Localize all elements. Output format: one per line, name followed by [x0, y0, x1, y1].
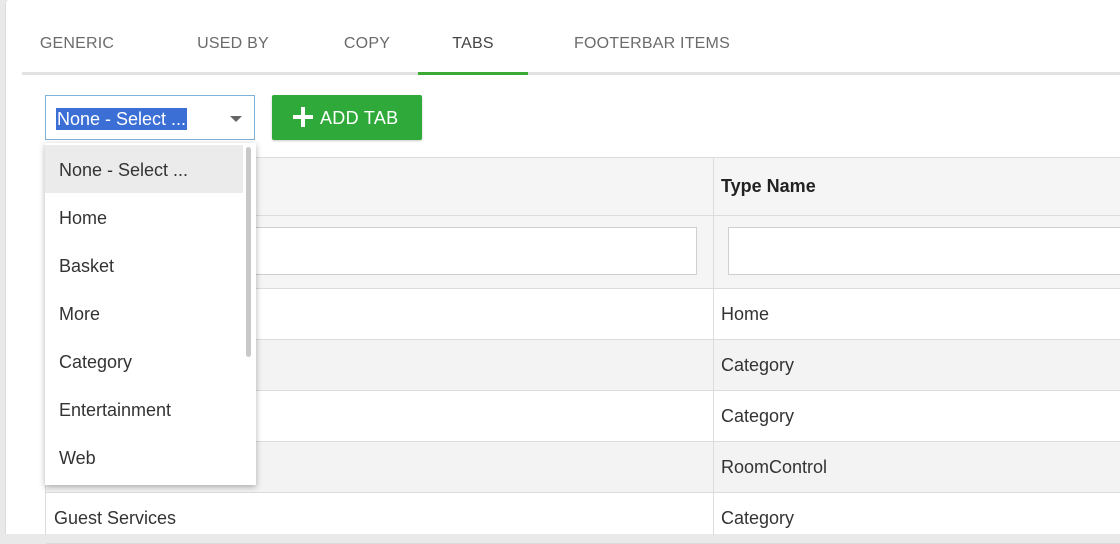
dropdown-scrollbar[interactable] [246, 147, 251, 357]
option-label: Basket [59, 256, 115, 276]
tab-type-dropdown-list: None - Select ... Home Basket More Categ… [45, 143, 256, 485]
cell-type-name: RoomControl [721, 457, 828, 477]
tab-generic[interactable]: GENERIC [22, 0, 132, 72]
select-value: None - Select ... [56, 108, 188, 130]
column-divider[interactable] [713, 158, 714, 535]
dropdown-option-home[interactable]: Home [45, 193, 243, 241]
cell-type-name: Category [721, 406, 795, 426]
option-label: None - Select ... [59, 160, 189, 180]
tab-copy[interactable]: COPY [312, 0, 422, 72]
dropdown-option-web[interactable]: Web [45, 433, 243, 481]
option-label: Category [59, 352, 133, 372]
tab-type-select[interactable]: None - Select ... [45, 95, 255, 140]
add-tab-button[interactable]: ADD TAB [272, 95, 422, 140]
option-label: Web [59, 448, 96, 468]
tab-bar: GENERIC USED BY COPY TABS FOOTERBAR ITEM… [22, 0, 1120, 75]
plus-icon [292, 106, 314, 128]
dropdown-option-none[interactable]: None - Select ... [45, 145, 243, 193]
dropdown-option-more[interactable]: More [45, 289, 243, 337]
cell-type-name: Category [721, 355, 795, 375]
column-header-type-name[interactable]: Type Name [721, 176, 816, 197]
tab-used-by[interactable]: USED BY [168, 0, 298, 72]
main-panel: GENERIC USED BY COPY TABS FOOTERBAR ITEM… [5, 0, 1120, 544]
tab-tabs[interactable]: TABS [418, 0, 528, 75]
option-label: More [59, 304, 101, 324]
option-label: Home [59, 208, 108, 228]
cell-type-name: Home [721, 304, 770, 324]
tab-footerbar-items[interactable]: FOOTERBAR ITEMS [552, 0, 752, 72]
cell-type-name: Category [721, 508, 795, 528]
table-row[interactable]: Guest Services Category [46, 493, 1120, 544]
chevron-down-icon[interactable] [230, 116, 242, 122]
dropdown-option-basket[interactable]: Basket [45, 241, 243, 289]
option-label: Entertainment [59, 400, 172, 420]
dropdown-option-category[interactable]: Category [45, 337, 243, 385]
add-tab-label: ADD TAB [320, 108, 399, 128]
type-name-filter-input[interactable] [728, 227, 1120, 275]
cell-name: Guest Services [54, 508, 177, 528]
dropdown-option-entertainment[interactable]: Entertainment [45, 385, 243, 433]
